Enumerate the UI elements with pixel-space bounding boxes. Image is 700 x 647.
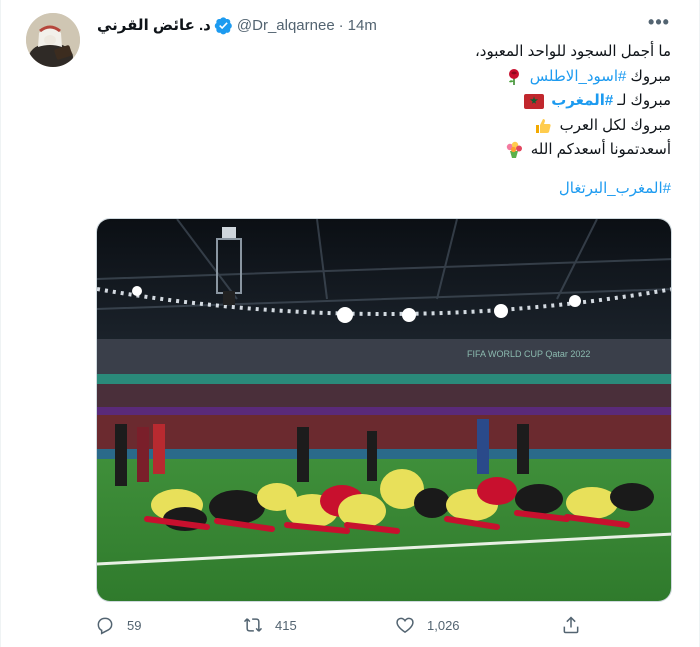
tweet-line-5: أسعدتمونا أسعدكم الله — [111, 138, 671, 163]
reply-count: 59 — [127, 617, 142, 633]
hashtag-link-morocco-portugal[interactable]: #المغرب_البرتغال — [111, 177, 671, 202]
more-options-icon[interactable]: ••• — [645, 13, 673, 37]
verified-badge-icon — [214, 16, 233, 35]
reply-button[interactable]: 59 — [95, 615, 141, 635]
stadium-board-text: FIFA WORLD CUP Qatar 2022 — [467, 349, 590, 359]
like-count: 1,026 — [427, 617, 460, 633]
tweet-line-4-text: مبروك لكل العرب — [559, 116, 671, 134]
tweet-line-2-prefix: مبروك — [630, 67, 671, 85]
tweet-line-3-prefix: مبروك لـ — [617, 92, 671, 109]
tweet-text: ما أجمل السجود للواحد المعبود، مبروك #اس… — [111, 40, 671, 201]
tweet-header: د. عائض القرني @Dr_alqarnee · 14m — [97, 14, 377, 36]
tweet-line-1: ما أجمل السجود للواحد المعبود، — [474, 43, 671, 60]
retweet-icon — [243, 615, 263, 635]
separator-dot: · — [338, 16, 344, 34]
retweet-count: 415 — [275, 617, 297, 633]
bouquet-emoji — [504, 141, 524, 159]
author-handle[interactable]: @Dr_alqarnee — [237, 17, 335, 34]
reply-icon — [95, 615, 115, 635]
retweet-button[interactable]: 415 — [243, 615, 297, 635]
tweet-line-5-text: أسعدتمونا أسعدكم الله — [530, 141, 671, 158]
hashtag-link-morocco[interactable]: #المغرب — [551, 92, 613, 109]
tweet-actions-bar: 59 415 1,026 — [95, 615, 585, 641]
tweet-line-2: مبروك #اسود_الاطلس — [111, 65, 671, 90]
author-display-name[interactable]: د. عائض القرني — [97, 16, 211, 34]
tweet-photo[interactable]: FIFA WORLD CUP Qatar 2022 — [96, 218, 672, 602]
share-icon — [561, 615, 581, 635]
like-icon — [395, 615, 415, 635]
morocco-flag-emoji — [524, 93, 545, 109]
thumbs-up-emoji — [534, 117, 552, 135]
hashtag-link-atlas-lions[interactable]: #اسود_الاطلس — [530, 68, 627, 85]
like-button[interactable]: 1,026 — [395, 615, 460, 635]
tweet-line-4: مبروك لكل العرب — [111, 114, 671, 139]
author-avatar[interactable] — [26, 13, 80, 67]
tweet-card[interactable]: د. عائض القرني @Dr_alqarnee · 14m ••• ما… — [0, 0, 700, 647]
tweet-line-3: مبروك لـ #المغرب — [111, 89, 671, 114]
share-button[interactable] — [561, 615, 581, 635]
rose-emoji — [505, 68, 523, 86]
tweet-timestamp[interactable]: 14m — [348, 17, 377, 34]
